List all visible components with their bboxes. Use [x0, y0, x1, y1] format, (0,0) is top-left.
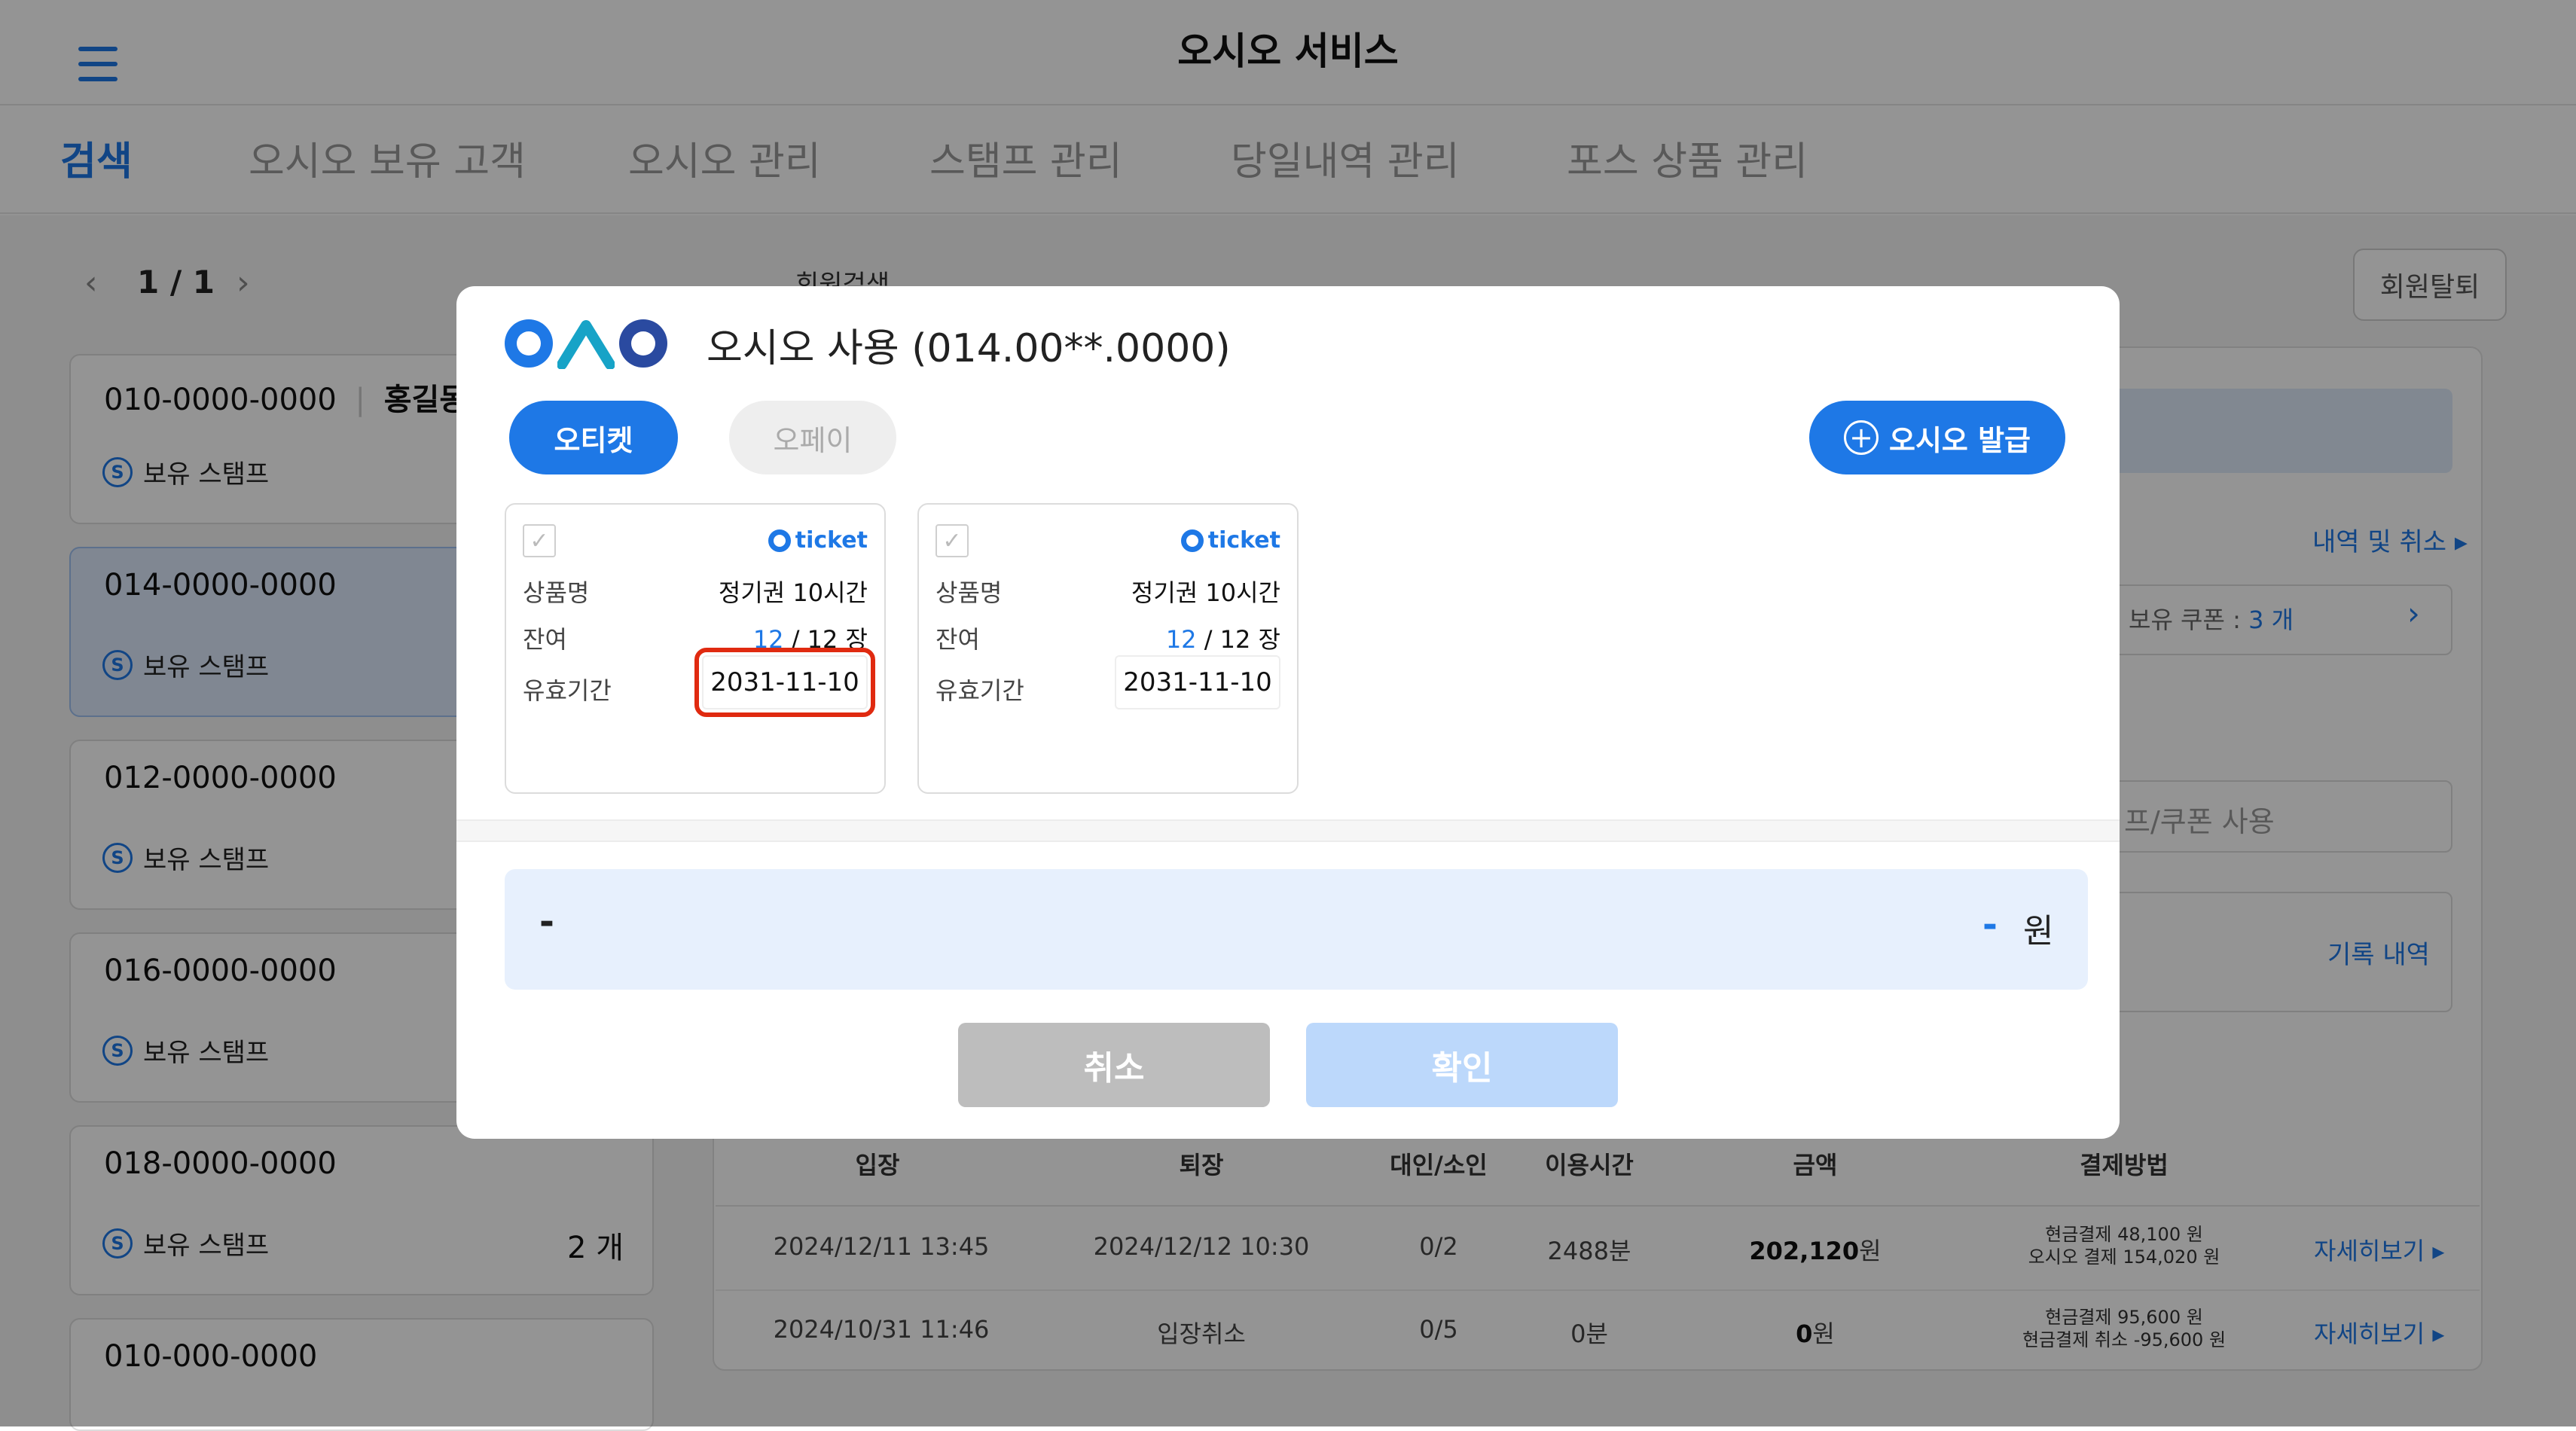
- product-name-label: 상품명: [523, 578, 590, 607]
- issue-button[interactable]: + 오시오 발급: [1809, 401, 2065, 474]
- confirm-button[interactable]: 확인: [1306, 1023, 1618, 1107]
- amount-description: -: [539, 901, 554, 943]
- ticket-checkbox[interactable]: ✓: [935, 524, 969, 557]
- brand-logo-o-icon: [619, 319, 667, 368]
- product-name-label: 상품명: [935, 578, 1003, 607]
- plus-circle-icon: +: [1843, 420, 1879, 455]
- remaining-label: 잔여: [523, 625, 567, 654]
- ticket-brand: ticket: [768, 527, 868, 554]
- brand-logo-a-icon: [557, 320, 615, 369]
- ticket-checkbox[interactable]: ✓: [523, 524, 556, 557]
- ticket-card[interactable]: ✓ ticket 상품명 정기권 10시간 잔여 12 / 12 장 유효기간 …: [505, 503, 886, 794]
- expiry-date[interactable]: 2031-11-10: [1115, 655, 1280, 709]
- ticket-logo-icon: [768, 529, 791, 552]
- modal-divider: [456, 819, 2120, 842]
- brand-logo-o-icon: [505, 319, 553, 368]
- ticket-card[interactable]: ✓ ticket 상품명 정기권 10시간 잔여 12 / 12 장 유효기간 …: [917, 503, 1299, 794]
- tab-opay[interactable]: 오페이: [729, 401, 896, 474]
- amount-bar: [505, 869, 2088, 990]
- expiry-date[interactable]: 2031-11-10: [694, 648, 875, 717]
- cancel-button[interactable]: 취소: [958, 1023, 1270, 1107]
- remaining-label: 잔여: [935, 625, 980, 654]
- amount-unit: 원: [2023, 912, 2054, 950]
- expiry-label: 유효기간: [523, 676, 612, 705]
- modal-title: 오시오 사용 (014.00**.0000): [707, 326, 1231, 371]
- product-name: 정기권 10시간: [718, 578, 868, 607]
- remaining-value: 12 / 12 장: [1165, 625, 1280, 654]
- ticket-brand: ticket: [1180, 527, 1280, 554]
- amount-value: -: [1982, 904, 1998, 946]
- ticket-logo-icon: [1180, 529, 1204, 552]
- product-name: 정기권 10시간: [1131, 578, 1280, 607]
- expiry-label: 유효기간: [935, 676, 1024, 705]
- remaining-value: 12 / 12 장: [752, 625, 868, 654]
- tab-oticket[interactable]: 오티켓: [509, 401, 678, 474]
